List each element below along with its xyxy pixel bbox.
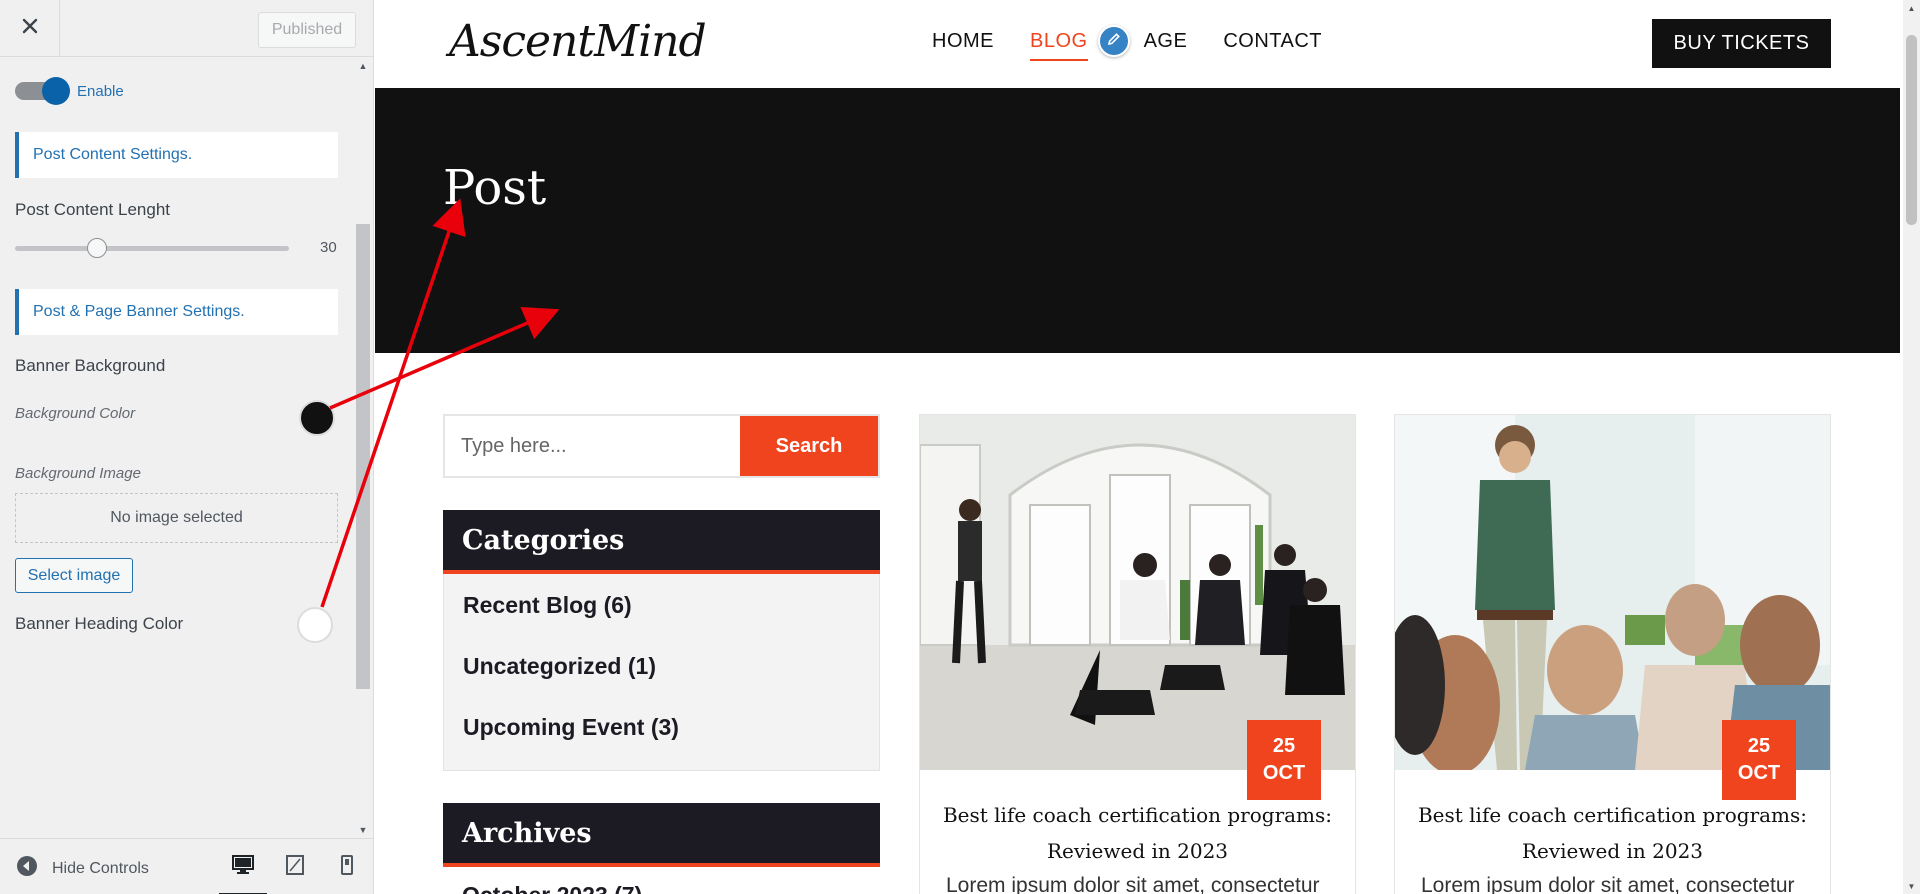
tablet-icon [286,854,304,880]
search-input[interactable] [445,416,740,476]
sidebar-scrollbar[interactable]: ▲ ▼ [354,58,372,838]
background-image-label: Background Image [15,465,141,482]
pencil-icon [1106,31,1122,52]
banner-heading: Post [443,160,547,216]
desktop-icon [232,854,254,880]
archives-heading: Archives [443,803,880,867]
category-item[interactable]: Uncategorized (1) [463,653,656,680]
background-color-swatch[interactable] [299,400,335,436]
site-logo[interactable]: AscentMind [449,16,707,67]
scroll-up-arrow-icon[interactable]: ▲ [1903,0,1920,16]
buy-tickets-button[interactable]: BUY TICKETS [1652,19,1831,68]
post-card[interactable]: 25 OCT Best life coach certification pro… [1394,414,1831,894]
nav-page[interactable]: AGE [1144,30,1188,53]
preview-scrollbar[interactable]: ▲ ▼ [1903,0,1920,894]
date-badge: 25 OCT [1247,720,1321,800]
nav-home[interactable]: HOME [932,30,994,53]
slider-handle[interactable] [87,238,108,258]
banner-heading-color-label: Banner Heading Color [15,614,184,633]
nav-contact[interactable]: CONTACT [1223,30,1322,53]
post-excerpt: Lorem ipsum dolor sit amet, consectetur [1421,874,1795,894]
edit-shortcut-button[interactable] [1098,25,1130,57]
customizer-controls: Enable Post Content Settings. Post Conte… [0,58,373,838]
date-month: OCT [1262,762,1306,784]
post-content-length-label: Post Content Lenght [15,200,171,219]
post-title[interactable]: Best life coach certification programs: … [1415,797,1810,869]
collapse-icon [16,855,38,882]
banner-heading-color-swatch[interactable] [297,607,333,643]
background-color-label: Background Color [15,405,136,422]
scroll-up-arrow-icon[interactable]: ▲ [354,58,372,74]
desktop-preview-button[interactable] [219,853,267,894]
close-icon [22,18,38,39]
post-image[interactable] [1395,415,1830,770]
post-excerpt: Lorem ipsum dolor sit amet, consectetur [946,874,1320,894]
enable-toggle-label: Enable [77,82,124,100]
date-month: OCT [1737,762,1781,784]
published-button[interactable]: Published [258,12,356,48]
post-content-length-value: 30 [320,239,337,256]
search-widget: Search [443,414,880,478]
site-preview: AscentMind HOME BLOG AGE CONTACT BUY TIC… [375,0,1900,894]
scroll-down-arrow-icon[interactable]: ▼ [354,822,372,838]
preview-scroll-thumb[interactable] [1906,35,1917,225]
customizer-header: Published [0,0,373,57]
post-content-settings-heading: Post Content Settings. [15,132,338,178]
tablet-preview-button[interactable] [281,853,309,881]
category-item[interactable]: Recent Blog (6) [463,592,632,619]
post-title[interactable]: Best life coach certification programs: … [940,797,1335,869]
close-customizer-button[interactable] [0,0,60,57]
date-day: 25 [1272,735,1296,757]
categories-list: Recent Blog (6) Uncategorized (1) Upcomi… [443,574,880,771]
banner-settings-heading: Post & Page Banner Settings. [15,289,338,335]
post-image[interactable] [920,415,1355,770]
categories-heading: Categories [443,510,880,574]
post-card[interactable]: 25 OCT Best life coach certification pro… [919,414,1356,894]
customizer-footer: Hide Controls [0,838,373,894]
search-button[interactable]: Search [740,416,878,476]
date-badge: 25 OCT [1722,720,1796,800]
sidebar-scroll-thumb[interactable] [356,224,370,689]
hide-controls-button[interactable]: Hide Controls [16,855,149,882]
category-item[interactable]: Upcoming Event (3) [463,714,679,741]
hide-controls-label: Hide Controls [52,859,149,877]
nav-blog[interactable]: BLOG [1030,30,1088,61]
site-header: AscentMind HOME BLOG AGE CONTACT BUY TIC… [375,0,1900,88]
no-image-placeholder: No image selected [15,493,338,543]
banner-background-label: Banner Background [15,356,166,375]
scroll-down-arrow-icon[interactable]: ▼ [1903,878,1920,894]
mobile-icon [341,854,353,880]
post-content-length-slider[interactable] [15,238,289,258]
mobile-preview-button[interactable] [333,853,361,881]
select-image-button[interactable]: Select image [15,558,133,593]
enable-toggle[interactable] [15,77,70,105]
archive-item[interactable]: October 2023 (7) [462,882,642,894]
enable-toggle-row[interactable]: Enable [15,77,124,105]
customizer-sidebar: Published Enable Post Content Settings. … [0,0,374,894]
date-day: 25 [1747,735,1771,757]
page-banner: Post [375,88,1900,353]
